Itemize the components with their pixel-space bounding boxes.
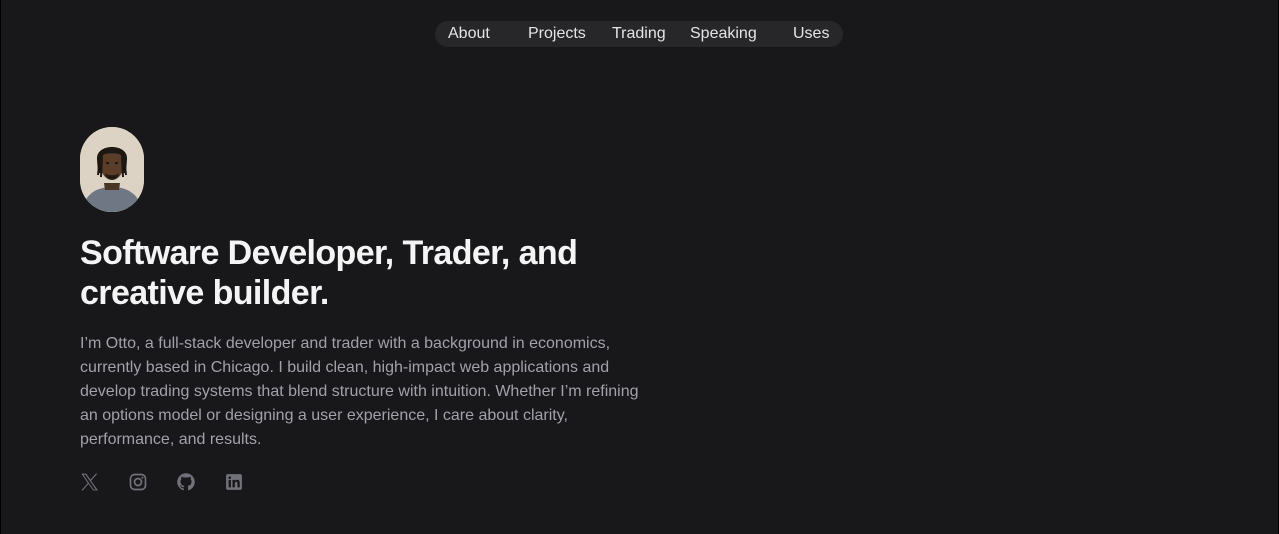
avatar[interactable]	[80, 127, 144, 212]
linkedin-icon	[226, 474, 242, 490]
page: About Projects Trading Speaking Uses Sof…	[1, 0, 1278, 534]
nav-item-uses[interactable]: Uses	[793, 21, 829, 47]
instagram-link[interactable]	[128, 472, 148, 492]
nav-item-projects[interactable]: Projects	[528, 21, 586, 47]
avatar-portrait	[80, 127, 144, 212]
nav-item-trading[interactable]: Trading	[612, 21, 666, 47]
nav-item-about[interactable]: About	[448, 21, 490, 47]
x-icon	[81, 473, 98, 491]
top-nav: About Projects Trading Speaking Uses	[435, 21, 843, 47]
headline-line-2: creative builder.	[80, 274, 329, 312]
instagram-icon	[129, 473, 147, 491]
bio-paragraph: I’m Otto, a full-stack developer and tra…	[80, 335, 639, 448]
github-link[interactable]	[176, 472, 196, 492]
nav-item-speaking[interactable]: Speaking	[690, 21, 757, 47]
headline-line-1: Software Developer, Trader, and	[80, 234, 578, 272]
linkedin-link[interactable]	[224, 472, 244, 492]
x-link[interactable]	[80, 472, 100, 492]
page-title: Software Developer, Trader, and creative…	[80, 233, 640, 313]
github-icon	[177, 473, 195, 491]
